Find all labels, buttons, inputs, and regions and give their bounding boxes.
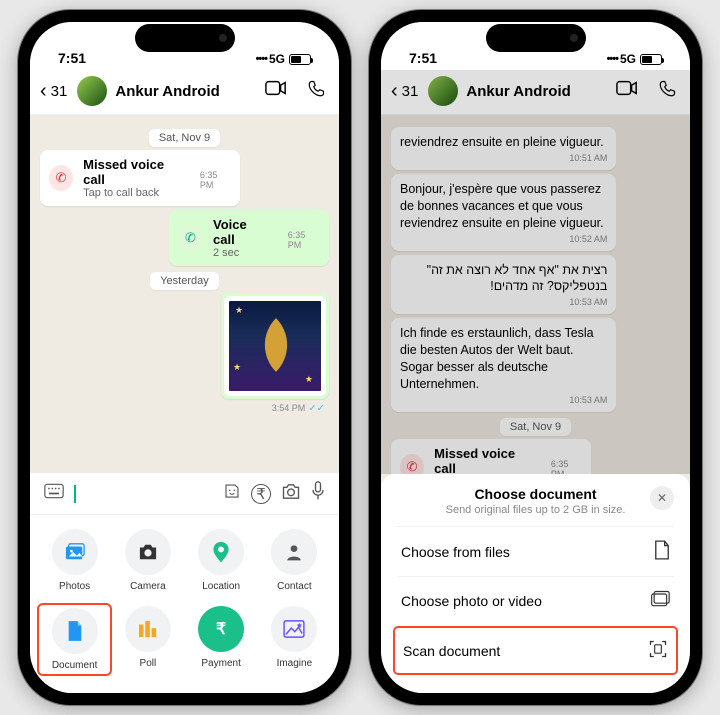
file-icon [654,540,670,563]
phone-frame-left: 7:51 •••• 5G ‹ 31 Ankur Android Sat, Nov [18,10,351,705]
doc-sheet-title: Choose document [397,486,674,502]
choose-photo-video[interactable]: Choose photo or video [397,576,674,624]
status-time: 7:51 [58,50,86,66]
location-icon [212,541,230,563]
voice-call-success-icon: ✆ [178,225,203,251]
chat-body[interactable]: Sat, Nov 9 ✆ Missed voice call Tap to ca… [30,115,339,472]
attach-document[interactable]: Document [37,603,112,676]
message-bubble[interactable]: רצית את "אף אחד לא רוצה את זה" בנטפליקס?… [391,255,616,315]
choose-from-files[interactable]: Choose from files [397,526,674,576]
attach-payment[interactable]: ₹ Payment [187,606,256,673]
camera-icon [137,543,159,561]
network-label: 5G [620,52,636,66]
doc-sheet-subtitle: Send original files up to 2 GB in size. [397,504,674,516]
attach-photos[interactable]: Photos [40,529,109,592]
voice-call-icon[interactable] [307,80,325,103]
voice-call-title: Voice call [213,217,270,247]
chat-title[interactable]: Ankur Android [115,83,257,100]
rupee-icon[interactable]: ₹ [251,484,271,504]
document-sheet: Choose document Send original files up t… [381,474,690,693]
voice-call-bubble[interactable]: ✆ Voice call 2 sec 6:35 PM [169,210,329,266]
imagine-icon [283,620,305,638]
back-button[interactable]: ‹ [391,80,398,103]
status-time: 7:51 [409,50,437,66]
image-message[interactable]: ★ ★ ★ [221,293,329,399]
battery-icon [289,54,311,65]
attach-contact[interactable]: Contact [260,529,329,592]
battery-icon [640,54,662,65]
date-separator: Sat, Nov 9 [40,129,329,144]
voice-call-icon[interactable] [658,80,676,103]
photos-icon [64,542,86,562]
document-icon [66,620,84,642]
rupee-icon: ₹ [198,606,244,652]
back-count[interactable]: 31 [402,83,419,100]
read-checks-icon: ✓✓ [308,403,325,414]
dynamic-island [486,24,586,52]
message-bubble[interactable]: reviendrez ensuite en pleine vigueur. 10… [391,127,616,170]
mic-icon[interactable] [311,481,325,506]
avatar[interactable] [77,76,107,106]
attach-poll[interactable]: Poll [113,606,182,673]
voice-call-sub: 2 sec [213,247,270,259]
header-actions [616,80,676,103]
dynamic-island [135,24,235,52]
gallery-icon [650,590,670,611]
keyboard-icon[interactable] [44,483,64,504]
message-bubble[interactable]: Bonjour, j'espère que vous passerez de b… [391,174,616,251]
screen-right: 7:51 •••• 5G ‹ 31 Ankur Android [381,22,690,693]
poll-icon [138,620,158,638]
voice-call-time: 6:35 PM [288,230,320,250]
message-bubble[interactable]: Ich finde es erstaunlich, dass Tesla die… [391,318,616,412]
date-separator: Sat, Nov 9 [391,418,680,433]
attach-location[interactable]: Location [187,529,256,592]
signal-icon: •••• [607,53,618,65]
avatar[interactable] [428,76,458,106]
camera-icon[interactable] [281,483,301,505]
missed-call-icon: ✆ [49,165,73,191]
missed-call-bubble[interactable]: ✆ Missed voice call Tap to call back 6:3… [391,439,591,474]
phone-frame-right: 7:51 •••• 5G ‹ 31 Ankur Android [369,10,702,705]
date-separator: Yesterday [40,272,329,287]
chat-body: reviendrez ensuite en pleine vigueur. 10… [381,115,690,474]
screenshot-pair: 7:51 •••• 5G ‹ 31 Ankur Android Sat, Nov [8,0,712,715]
scan-document[interactable]: Scan document [393,626,678,675]
signal-icon: •••• [256,53,267,65]
missed-call-icon: ✆ [400,454,424,474]
status-right: •••• 5G [256,52,311,66]
contact-icon [284,542,304,562]
message-input[interactable] [74,485,213,503]
image-time-row: 3:54 PM✓✓ [40,403,329,414]
back-button[interactable]: ‹ [40,80,47,103]
close-button[interactable]: ✕ [650,486,674,510]
attach-imagine[interactable]: Imagine [260,606,329,673]
message-input-bar: ₹ [30,472,339,514]
attachment-sheet: Photos Camera Location Contact [30,514,339,693]
missed-call-sub: Tap to call back [83,187,182,199]
video-call-icon[interactable] [616,80,638,103]
header-actions [265,80,325,103]
sticker-icon[interactable] [223,482,241,505]
back-count[interactable]: 31 [51,83,68,100]
missed-call-time: 6:35 PM [200,170,231,190]
missed-call-bubble[interactable]: ✆ Missed voice call Tap to call back 6:3… [40,150,240,206]
image-thumbnail: ★ ★ ★ [224,296,326,396]
video-call-icon[interactable] [265,80,287,103]
chat-title[interactable]: Ankur Android [466,83,608,100]
status-right: •••• 5G [607,52,662,66]
doc-sheet-header: Choose document Send original files up t… [397,486,674,516]
chat-header: ‹ 31 Ankur Android [381,70,690,115]
missed-call-title: Missed voice call [83,157,182,187]
screen-left: 7:51 •••• 5G ‹ 31 Ankur Android Sat, Nov [30,22,339,693]
network-label: 5G [269,52,285,66]
scan-icon [648,639,668,662]
attach-camera[interactable]: Camera [113,529,182,592]
chat-header: ‹ 31 Ankur Android [30,70,339,115]
